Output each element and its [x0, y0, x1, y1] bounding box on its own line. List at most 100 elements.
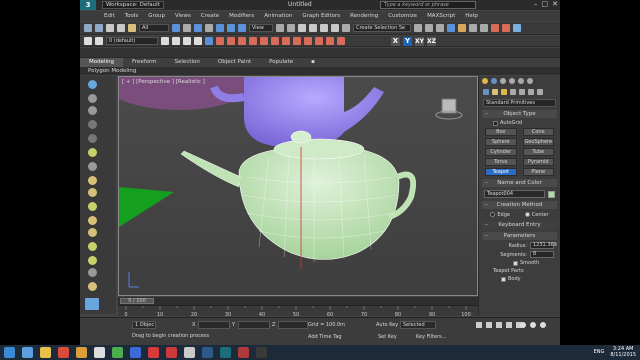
align-icon[interactable] — [425, 24, 433, 32]
axis-xz-button[interactable]: XZ — [427, 36, 436, 46]
transform-icon-1[interactable] — [216, 37, 224, 45]
time-slider[interactable]: 0 / 100 — [118, 297, 478, 305]
add-layer-icon[interactable] — [161, 37, 169, 45]
mirror-icon[interactable] — [414, 24, 422, 32]
named-selection-dropdown[interactable]: Create Selection Se — [353, 24, 411, 32]
menu-customize[interactable]: Customize — [388, 13, 417, 19]
viewport-tool-icon-15[interactable] — [88, 268, 97, 277]
axis-xy-button[interactable]: XY — [415, 36, 424, 46]
rollout-name-and-color[interactable]: Name and Color — [482, 179, 557, 187]
viewport-tool-icon-7[interactable] — [88, 162, 97, 171]
viewport-tool-icon-2[interactable] — [88, 94, 97, 103]
select-object-icon[interactable] — [172, 24, 180, 32]
tab-object-paint[interactable]: Object Paint — [209, 58, 260, 67]
render-icon[interactable] — [513, 24, 521, 32]
transform-icon-8[interactable] — [293, 37, 301, 45]
start-icon[interactable] — [4, 347, 15, 358]
auto-key-button[interactable]: Auto Key — [376, 322, 398, 328]
autogrid-row[interactable]: AutoGrid — [493, 120, 546, 126]
radius-spinner[interactable]: 1231.369 — [530, 242, 557, 249]
material-editor-icon[interactable] — [480, 24, 488, 32]
viewport-tool-icon-13[interactable] — [88, 242, 97, 251]
window-crossing-icon[interactable] — [205, 24, 213, 32]
percent-snap-icon[interactable] — [320, 24, 328, 32]
menu-tools[interactable]: Tools — [125, 13, 139, 19]
viewport-tool-icon-3[interactable] — [88, 106, 97, 115]
move-icon[interactable] — [216, 24, 224, 32]
teapot-button[interactable]: Teapot — [485, 168, 517, 176]
maxscript-listener-icon[interactable] — [85, 298, 99, 310]
transform-icon-11[interactable] — [326, 37, 334, 45]
transform-icon-2[interactable] — [227, 37, 235, 45]
pan-icon[interactable] — [540, 322, 546, 328]
menu-rendering[interactable]: Rendering — [350, 13, 378, 19]
cameras-icon[interactable] — [510, 89, 516, 95]
curve-editor-icon[interactable] — [458, 24, 466, 32]
scale-icon[interactable] — [238, 24, 246, 32]
x-coord-field[interactable] — [198, 321, 230, 329]
angle-snap-icon[interactable] — [309, 24, 317, 32]
tab-modeling[interactable]: Modeling — [80, 58, 124, 67]
time-slider-thumb[interactable]: 0 / 100 — [120, 298, 154, 304]
y-coord-field[interactable] — [238, 321, 270, 329]
menu-animation[interactable]: Animation — [264, 13, 292, 19]
go-to-start-icon[interactable] — [476, 322, 482, 328]
select-layer-icon[interactable] — [183, 37, 191, 45]
close-icon[interactable]: ✕ — [552, 0, 558, 8]
viewport-tool-icon-5[interactable] — [88, 134, 97, 143]
viewport-label[interactable]: [ + ] [Perspective ] [Realistic ] — [122, 79, 205, 85]
select-manipulate-icon[interactable] — [287, 24, 295, 32]
app-icon-14[interactable] — [256, 347, 267, 358]
transform-icon-3[interactable] — [238, 37, 246, 45]
rollout-object-type[interactable]: Object Type — [482, 110, 557, 118]
prev-frame-icon[interactable] — [486, 322, 492, 328]
pyramid-button[interactable]: Pyramid — [522, 158, 554, 166]
tab-selection[interactable]: Selection — [166, 58, 209, 67]
viewport-tool-icon-9[interactable] — [88, 188, 97, 197]
modify-tab-icon[interactable] — [491, 78, 497, 84]
cone-button[interactable]: Cone — [522, 128, 554, 136]
plane-button[interactable]: Plane — [522, 168, 554, 176]
object-color-swatch[interactable] — [548, 190, 555, 198]
app-icon-8[interactable] — [148, 347, 159, 358]
orbit-icon[interactable] — [530, 322, 536, 328]
torus-button[interactable]: Torus — [485, 158, 517, 166]
transform-icon-9[interactable] — [304, 37, 312, 45]
add-time-tag[interactable]: Add Time Tag — [308, 334, 342, 340]
schematic-view-icon[interactable] — [469, 24, 477, 32]
autogrid-checkbox[interactable] — [493, 120, 498, 126]
transform-icon-7[interactable] — [282, 37, 290, 45]
explorer-icon[interactable] — [40, 347, 51, 358]
chrome-icon[interactable] — [112, 347, 123, 358]
maximize-icon[interactable]: □ — [542, 0, 549, 8]
space-warps-icon[interactable] — [528, 89, 534, 95]
selection-filter-dropdown[interactable]: All — [139, 24, 169, 32]
redo-icon[interactable] — [95, 24, 103, 32]
trackbar[interactable]: 0 10 20 30 40 50 60 70 80 90 100 — [118, 305, 478, 318]
pivot-center-icon[interactable] — [276, 24, 284, 32]
body-row[interactable]: Body — [501, 276, 546, 282]
geometry-icon[interactable] — [483, 89, 489, 95]
key-filters-button[interactable]: Key Filters... — [416, 334, 446, 340]
link-icon[interactable] — [106, 24, 114, 32]
smooth-checkbox[interactable] — [513, 260, 518, 266]
menu-help[interactable]: Help — [465, 13, 478, 19]
menu-create[interactable]: Create — [201, 13, 219, 19]
app-icon-13[interactable] — [238, 347, 249, 358]
body-checkbox[interactable] — [501, 276, 506, 282]
search-input[interactable]: Type a keyword or phrase — [380, 1, 476, 9]
transform-icon-5[interactable] — [260, 37, 268, 45]
layer-icon[interactable] — [84, 37, 92, 45]
shapes-icon[interactable] — [492, 89, 498, 95]
set-current-layer-icon[interactable] — [194, 37, 202, 45]
menu-views[interactable]: Views — [175, 13, 191, 19]
media-icon[interactable] — [58, 347, 69, 358]
viewport-tool-icon-4[interactable] — [88, 120, 97, 129]
add-to-layer-icon[interactable] — [172, 37, 180, 45]
set-key-button[interactable]: Set Key — [378, 334, 397, 340]
edge-radio[interactable]: Edge — [490, 212, 510, 218]
workspace-dropdown[interactable]: Workspace: Default — [102, 1, 164, 9]
center-radio[interactable]: Center — [524, 212, 549, 218]
tab-freeform[interactable]: Freeform — [123, 58, 166, 67]
viewport-tool-icon-12[interactable] — [88, 228, 97, 237]
